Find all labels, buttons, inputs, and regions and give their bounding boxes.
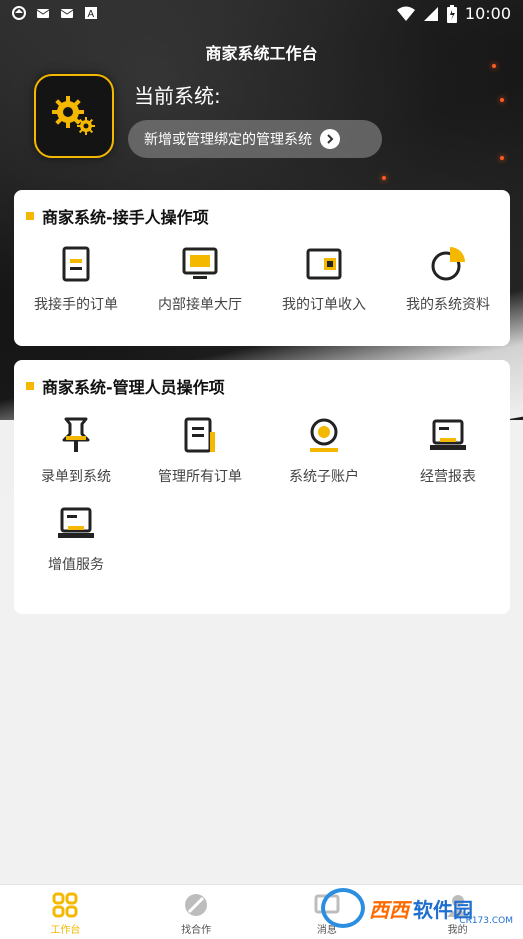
internal-order-hall-label: 内部接单大厅 [158,297,242,313]
orders-icon [180,416,220,456]
tab-cooperate-label: 找合作 [181,925,212,936]
manager-section-title-text: 商家系统-管理人员操作项 [42,378,225,397]
my-order-income-button[interactable]: 我的订单收入 [262,244,386,332]
my-system-profile-label: 我的系统资料 [406,297,490,313]
enter-order-button[interactable]: 录单到系统 [14,416,138,504]
my-received-orders-label: 我接手的订单 [34,297,118,313]
internal-order-hall-button[interactable]: 内部接单大厅 [138,244,262,332]
watermark: 西西 软件园 CR173.COM [321,886,517,930]
spark-decoration [382,176,386,180]
workbench-icon [52,892,78,918]
user-account-icon [304,416,344,456]
mail-icon [36,9,50,18]
manager-operations-card: 商家系统-管理人员操作项 录单到系统 管理所有订单 系统子账户 经营报表 增值服… [14,360,510,614]
manage-systems-label: 新增或管理绑定的管理系统 [144,132,312,148]
manage-all-orders-label: 管理所有订单 [158,469,242,485]
current-system-label: 当前系统: [134,84,221,108]
pin-icon [56,416,96,456]
font-a-icon: A [85,7,97,20]
cooperate-icon [185,894,208,916]
monitor-icon [180,244,220,284]
clock: 10:00 [464,4,511,23]
battery-icon [446,4,457,23]
receiver-section-title-text: 商家系统-接手人操作项 [42,208,209,227]
laptop-report-icon [428,416,468,456]
section-marker-icon [26,212,34,220]
gear-icon [52,96,95,135]
manage-all-orders-button[interactable]: 管理所有订单 [138,416,262,504]
manage-systems-button[interactable]: 新增或管理绑定的管理系统 [128,120,382,158]
receiver-section-title: 商家系统-接手人操作项 [26,204,209,228]
system-sub-account-button[interactable]: 系统子账户 [262,416,386,504]
my-system-profile-button[interactable]: 我的系统资料 [386,244,510,332]
pie-chart-icon [428,244,468,284]
sync-icon [12,6,26,20]
mail-icon [60,9,74,18]
system-avatar[interactable] [34,74,114,158]
spark-decoration [492,64,496,68]
business-report-label: 经营报表 [420,469,476,485]
signal-icon [423,6,438,21]
receiver-operations-card: 商家系统-接手人操作项 我接手的订单 内部接单大厅 我的订单收入 我的系统资料 [14,190,510,346]
wallet-icon [304,244,344,284]
tab-workbench-label: 工作台 [50,925,81,936]
svg-text:A: A [88,9,95,20]
page-title: 商家系统工作台 [205,44,318,63]
watermark-text-1: 西西 [369,897,409,922]
my-received-orders-button[interactable]: 我接手的订单 [14,244,138,332]
enter-order-label: 录单到系统 [41,469,111,485]
spark-decoration [500,98,504,102]
value-added-service-label: 增值服务 [48,557,104,573]
value-added-service-button[interactable]: 增值服务 [14,504,138,592]
system-sub-account-label: 系统子账户 [289,469,359,485]
watermark-logo [321,888,365,928]
tab-workbench[interactable]: 工作台 [0,885,131,939]
my-order-income-label: 我的订单收入 [282,297,366,313]
wifi-icon [396,6,415,21]
business-report-button[interactable]: 经营报表 [386,416,510,504]
status-bar: A 10:00 [0,0,523,30]
manager-section-title: 商家系统-管理人员操作项 [26,374,225,398]
section-marker-icon [26,382,34,390]
laptop-service-icon [56,504,96,544]
chevron-right-icon [320,129,340,149]
document-icon [56,244,96,284]
watermark-domain: CR173.COM [459,916,513,926]
spark-decoration [500,156,504,160]
tab-cooperate[interactable]: 找合作 [131,885,262,939]
